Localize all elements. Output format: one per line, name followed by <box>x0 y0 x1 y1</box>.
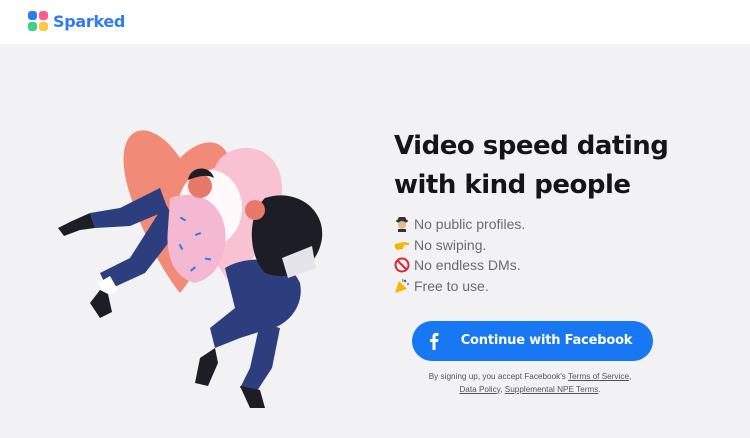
disclaimer-comma: , <box>629 372 632 381</box>
continue-with-facebook-label: Continue with Facebook <box>460 333 633 348</box>
feature-text: Free to use. <box>414 277 489 294</box>
signup-disclaimer: By signing up, you accept Facebook's Ter… <box>395 371 665 396</box>
party-popper-icon <box>395 278 409 293</box>
terms-of-service-link[interactable]: Terms of Service <box>568 372 629 381</box>
prohibited-icon <box>394 257 410 273</box>
sparked-logo[interactable]: Sparked <box>28 11 125 31</box>
brand-name: Sparked <box>53 11 126 31</box>
feature-text: No public profiles. <box>414 216 526 233</box>
title-line-2: with kind people <box>394 170 631 200</box>
disclaimer-prefix: By signing up, you accept Facebook's <box>428 372 569 381</box>
continue-with-facebook-button[interactable]: Continue with Facebook <box>412 321 653 361</box>
feature-item: No swiping. <box>394 235 525 256</box>
feature-text: No swiping. <box>414 236 487 253</box>
data-policy-link[interactable]: Data Policy <box>459 385 500 394</box>
feature-item: Free to use. <box>394 276 525 297</box>
top-navigation-bar: Sparked <box>0 0 750 44</box>
page-title: Video speed dating with kind people <box>394 127 714 205</box>
pointing-hand-icon <box>395 241 409 250</box>
supplemental-npe-terms-link[interactable]: Supplemental NPE Terms <box>505 385 599 394</box>
feature-item: No public profiles. <box>394 214 525 235</box>
feature-text: No endless DMs. <box>414 257 521 274</box>
feature-list: No public profiles. No swiping. No endle… <box>394 214 525 296</box>
couple-floating-illustration <box>58 130 323 408</box>
title-line-1: Video speed dating <box>394 131 669 161</box>
spy-icon <box>396 217 408 233</box>
disclaimer-suffix: . <box>598 384 601 394</box>
feature-item: No endless DMs. <box>394 255 525 276</box>
sparked-logo-icon <box>28 11 48 31</box>
